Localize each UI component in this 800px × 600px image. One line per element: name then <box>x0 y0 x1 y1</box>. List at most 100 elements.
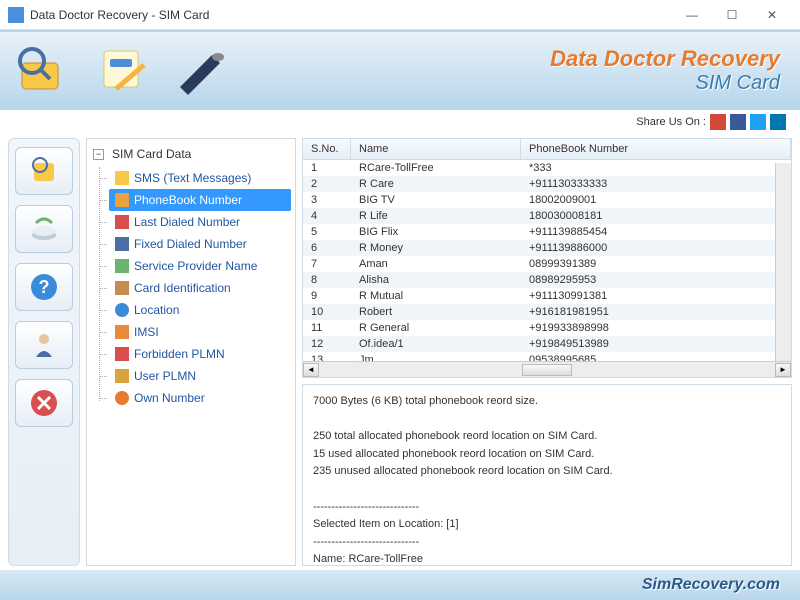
cell-sno: 12 <box>303 336 351 352</box>
cell-sno: 11 <box>303 320 351 336</box>
cell-sno: 13 <box>303 352 351 361</box>
minimize-button[interactable]: — <box>672 3 712 27</box>
cell-name: RCare-TollFree <box>351 160 521 176</box>
phonebook-table: S.No. Name PhoneBook Number 1RCare-TollF… <box>302 138 792 378</box>
tree-item[interactable]: Fixed Dialed Number <box>109 233 291 255</box>
save-data-button[interactable] <box>15 205 73 253</box>
maximize-button[interactable]: ☐ <box>712 3 752 27</box>
cell-name: R Money <box>351 240 521 256</box>
cell-sno: 5 <box>303 224 351 240</box>
twitter-icon[interactable] <box>750 114 766 130</box>
table-row[interactable]: 12Of.idea/1+919849513989 <box>303 336 791 352</box>
table-row[interactable]: 3BIG TV18002009001 <box>303 192 791 208</box>
scroll-track[interactable] <box>319 363 775 377</box>
col-sno[interactable]: S.No. <box>303 139 351 159</box>
tree-item-label: Service Provider Name <box>134 259 257 273</box>
banner-icons <box>12 45 232 95</box>
table-row[interactable]: 1RCare-TollFree*333 <box>303 160 791 176</box>
tree-item[interactable]: Service Provider Name <box>109 255 291 277</box>
tree-item[interactable]: SMS (Text Messages) <box>109 167 291 189</box>
location-icon <box>115 303 129 317</box>
table-row[interactable]: 9R Mutual+911130991381 <box>303 288 791 304</box>
cell-num: +911139886000 <box>521 240 791 256</box>
tree-expander-icon[interactable]: − <box>93 149 104 160</box>
banner-title: Data Doctor Recovery <box>550 46 780 72</box>
linkedin-icon[interactable] <box>770 114 786 130</box>
last-dialed-icon <box>115 215 129 229</box>
tree-item[interactable]: PhoneBook Number <box>109 189 291 211</box>
tree-item-label: Location <box>134 303 179 317</box>
tree-item[interactable]: Forbidden PLMN <box>109 343 291 365</box>
table-row[interactable]: 2R Care+911130333333 <box>303 176 791 192</box>
report-icon <box>92 45 152 95</box>
tree-root-label: SIM Card Data <box>112 147 191 161</box>
col-name[interactable]: Name <box>351 139 521 159</box>
exit-button[interactable] <box>15 379 73 427</box>
cell-name: Jm <box>351 352 521 361</box>
table-row[interactable]: 4R Life180030008181 <box>303 208 791 224</box>
table-row[interactable]: 5BIG Flix+911139885454 <box>303 224 791 240</box>
footer: SimRecovery.com <box>0 570 800 600</box>
close-button[interactable]: ✕ <box>752 3 792 27</box>
tree-panel: − SIM Card Data SMS (Text Messages) Phone… <box>86 138 296 566</box>
scan-sim-button[interactable] <box>15 147 73 195</box>
banner: Data Doctor Recovery SIM Card <box>0 30 800 110</box>
tree-item[interactable]: Own Number <box>109 387 291 409</box>
tree-item-label: Own Number <box>134 391 205 405</box>
cell-num: +911130991381 <box>521 288 791 304</box>
banner-subtitle: SIM Card <box>550 72 780 95</box>
cell-sno: 9 <box>303 288 351 304</box>
tree-item[interactable]: Location <box>109 299 291 321</box>
cell-num: 08999391389 <box>521 256 791 272</box>
table-row[interactable]: 6R Money+911139886000 <box>303 240 791 256</box>
table-row[interactable]: 7Aman08999391389 <box>303 256 791 272</box>
scroll-left-button[interactable]: ◄ <box>303 363 319 377</box>
window-title: Data Doctor Recovery - SIM Card <box>30 8 672 22</box>
scroll-thumb[interactable] <box>522 364 572 376</box>
tree-item[interactable]: IMSI <box>109 321 291 343</box>
cell-name: R Care <box>351 176 521 192</box>
table-row[interactable]: 11R General+919933898998 <box>303 320 791 336</box>
table-row[interactable]: 13Jm09538995685 <box>303 352 791 361</box>
fixed-dialed-icon <box>115 237 129 251</box>
col-number[interactable]: PhoneBook Number <box>521 139 791 159</box>
cell-num: *333 <box>521 160 791 176</box>
tree-item[interactable]: User PLMN <box>109 365 291 387</box>
cell-num: +919933898998 <box>521 320 791 336</box>
horizontal-scrollbar[interactable]: ◄ ► <box>303 361 791 377</box>
tree-item-label: PhoneBook Number <box>134 193 242 207</box>
about-button[interactable] <box>15 321 73 369</box>
tree-root-row[interactable]: − SIM Card Data <box>91 145 291 163</box>
cell-sno: 6 <box>303 240 351 256</box>
tree-item[interactable]: Card Identification <box>109 277 291 299</box>
details-panel: 7000 Bytes (6 KB) total phonebook reord … <box>302 384 792 566</box>
sms-icon <box>115 171 129 185</box>
tree-item-label: Forbidden PLMN <box>134 347 225 361</box>
sim-search-icon <box>12 45 72 95</box>
vertical-scrollbar[interactable] <box>775 163 791 361</box>
help-button[interactable]: ? <box>15 263 73 311</box>
user-plmn-icon <box>115 369 129 383</box>
table-row[interactable]: 8Alisha08989295953 <box>303 272 791 288</box>
spn-icon <box>115 259 129 273</box>
pen-icon <box>172 45 232 95</box>
titlebar: Data Doctor Recovery - SIM Card — ☐ ✕ <box>0 0 800 30</box>
tree-item-label: Fixed Dialed Number <box>134 237 247 251</box>
cell-name: Aman <box>351 256 521 272</box>
tree-item-label: User PLMN <box>134 369 196 383</box>
facebook-icon[interactable] <box>730 114 746 130</box>
cell-name: Of.idea/1 <box>351 336 521 352</box>
cell-num: +916181981951 <box>521 304 791 320</box>
tree-item[interactable]: Last Dialed Number <box>109 211 291 233</box>
cell-sno: 1 <box>303 160 351 176</box>
app-icon <box>8 7 24 23</box>
own-number-icon <box>115 391 129 405</box>
googleplus-icon[interactable] <box>710 114 726 130</box>
cell-num: 180030008181 <box>521 208 791 224</box>
banner-text: Data Doctor Recovery SIM Card <box>550 46 788 95</box>
cell-sno: 3 <box>303 192 351 208</box>
cell-num: 18002009001 <box>521 192 791 208</box>
table-row[interactable]: 10Robert+916181981951 <box>303 304 791 320</box>
footer-link[interactable]: SimRecovery.com <box>642 576 780 594</box>
scroll-right-button[interactable]: ► <box>775 363 791 377</box>
